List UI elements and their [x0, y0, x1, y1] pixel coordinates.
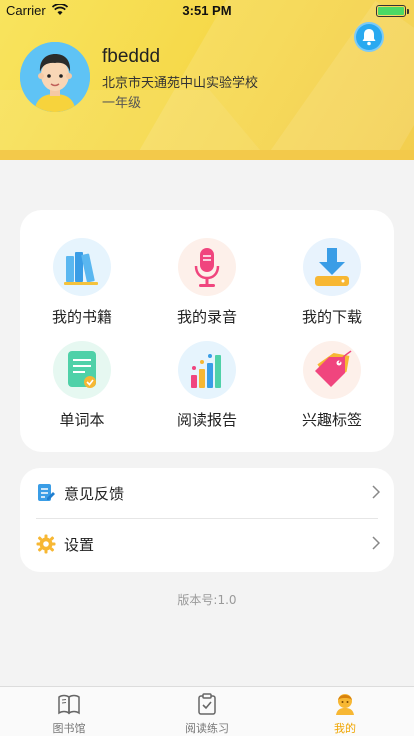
grade-label: 一年级: [102, 96, 142, 111]
clock: 3:51 PM: [182, 3, 232, 18]
my-downloads-button[interactable]: 我的下载: [270, 238, 394, 342]
gear-icon: [36, 534, 56, 554]
notification-bell-button[interactable]: [354, 22, 384, 52]
vocabulary-book-label: 单词本: [59, 411, 105, 429]
my-recordings-label: 我的录音: [176, 308, 237, 326]
feature-grid: 我的书籍 我的录音 我的下载 单词本 阅读报告 兴趣标签: [20, 210, 394, 452]
settings-label: 设置: [64, 536, 95, 554]
interest-tags-button[interactable]: 兴趣标签: [270, 341, 394, 445]
tab-mine[interactable]: 我的: [276, 687, 414, 736]
tab-reading-practice[interactable]: 阅读练习: [138, 687, 276, 736]
settings-row[interactable]: 设置: [20, 519, 394, 569]
my-books-button[interactable]: 我的书籍: [20, 238, 144, 342]
school-name: 北京市天通苑中山实验学校: [102, 76, 259, 91]
chevron-right-icon: [372, 484, 381, 503]
chevron-right-icon: [372, 535, 381, 554]
interest-tags-label: 兴趣标签: [301, 411, 362, 429]
download-icon: [303, 238, 361, 296]
library-icon: [57, 692, 81, 716]
my-recordings-button[interactable]: 我的录音: [145, 238, 269, 342]
username: fbeddd: [102, 46, 161, 67]
tab-library[interactable]: 图书馆: [0, 687, 138, 736]
books-icon: [53, 238, 111, 296]
bell-icon: [362, 29, 376, 46]
feedback-row[interactable]: 意见反馈: [20, 468, 394, 518]
bar-chart-icon: [178, 341, 236, 399]
reading-report-button[interactable]: 阅读报告: [145, 341, 269, 445]
tab-library-label: 图书馆: [52, 722, 86, 735]
tab-bar: 图书馆 阅读练习 我的: [0, 686, 414, 736]
reading-report-label: 阅读报告: [176, 411, 237, 429]
battery-icon: [376, 5, 409, 17]
notebook-icon: [53, 341, 111, 399]
status-bar: Carrier 3:51 PM: [0, 0, 414, 22]
feedback-icon: [36, 483, 56, 503]
microphone-icon: [178, 238, 236, 296]
avatar[interactable]: [20, 42, 90, 112]
vocabulary-book-button[interactable]: 单词本: [20, 341, 144, 445]
profile-icon: [333, 692, 357, 716]
tab-mine-label: 我的: [334, 722, 356, 735]
version-label: 版本号:1.0: [177, 593, 237, 607]
feedback-label: 意见反馈: [64, 485, 125, 503]
settings-list: 意见反馈 设置: [20, 468, 394, 572]
my-downloads-label: 我的下载: [301, 308, 362, 326]
tab-reading-practice-label: 阅读练习: [185, 722, 229, 735]
my-books-label: 我的书籍: [51, 308, 112, 326]
clipboard-check-icon: [195, 692, 219, 716]
tag-icon: [303, 341, 361, 399]
